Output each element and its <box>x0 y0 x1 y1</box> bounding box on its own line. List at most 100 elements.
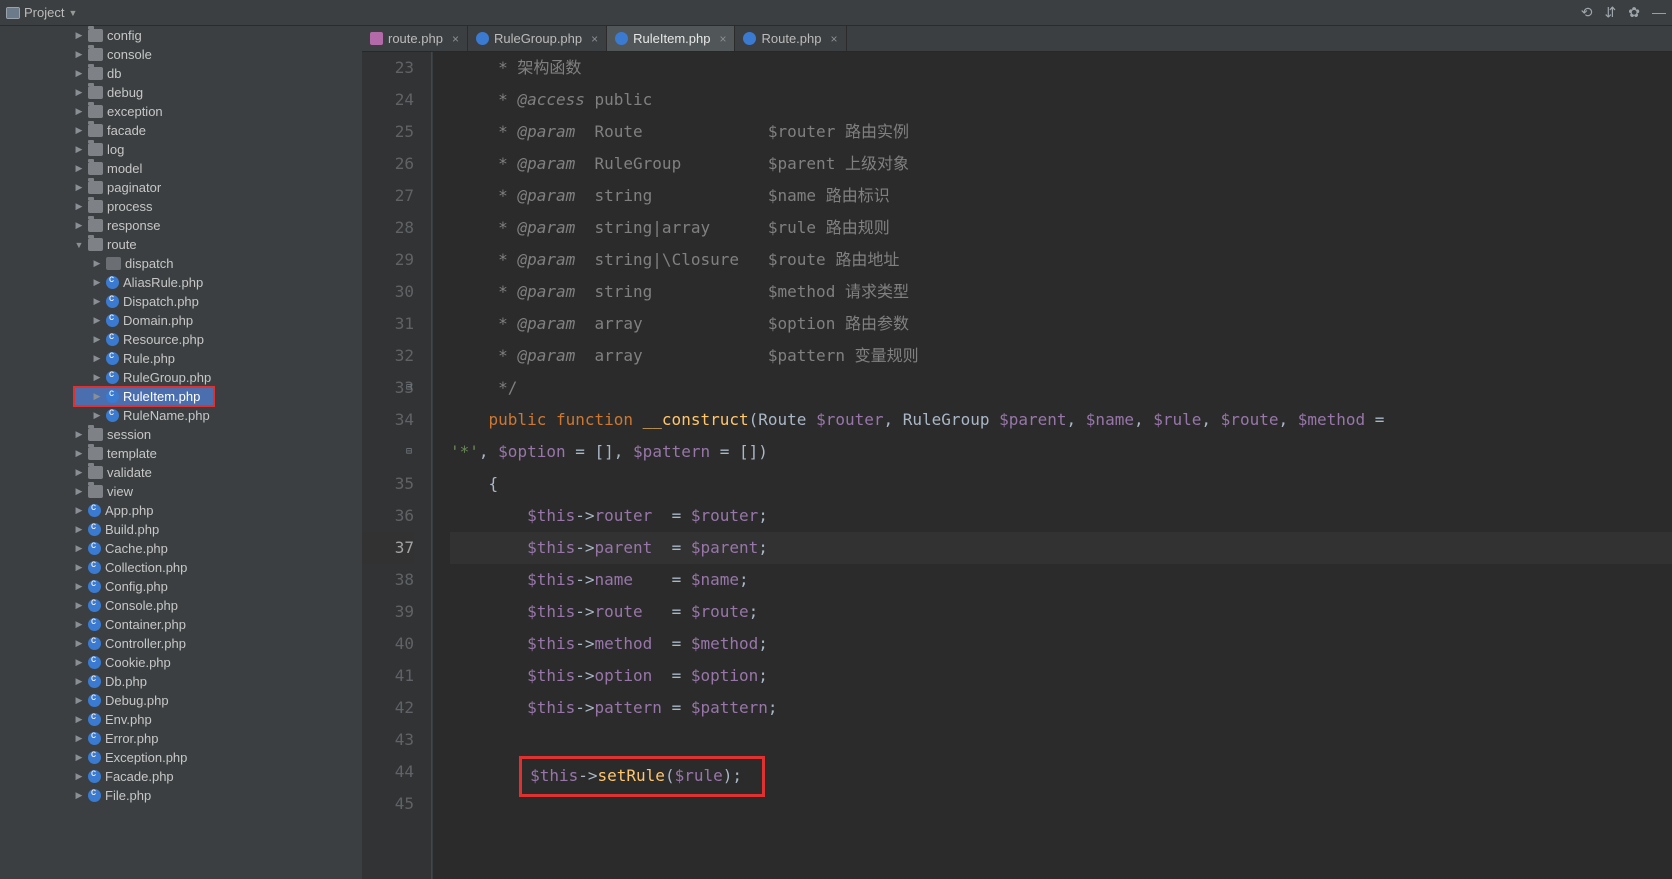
expand-chevron-icon[interactable] <box>74 733 84 744</box>
tree-item-route[interactable]: route <box>0 235 362 254</box>
line-number[interactable]: 34 <box>362 404 414 436</box>
expand-chevron-icon[interactable] <box>74 600 84 611</box>
tree-item-resource-php[interactable]: Resource.php <box>0 330 362 349</box>
tree-item-ruleitem-php[interactable]: RuleItem.php <box>74 387 214 406</box>
expand-chevron-icon[interactable] <box>92 296 102 307</box>
tree-item-model[interactable]: model <box>0 159 362 178</box>
code-line[interactable]: { <box>450 468 1672 500</box>
tree-item-process[interactable]: process <box>0 197 362 216</box>
line-number[interactable]: 36 <box>362 500 414 532</box>
code-line[interactable]: * @param RuleGroup $parent 上级对象 <box>450 148 1672 180</box>
code-line[interactable]: $this->name = $name; <box>450 564 1672 596</box>
expand-chevron-icon[interactable] <box>92 353 102 364</box>
code-line[interactable]: * @param string $method 请求类型 <box>450 276 1672 308</box>
tree-item-db[interactable]: db <box>0 64 362 83</box>
expand-chevron-icon[interactable] <box>74 182 84 193</box>
expand-chevron-icon[interactable] <box>74 163 84 174</box>
tree-item-debug[interactable]: debug <box>0 83 362 102</box>
tree-item-env-php[interactable]: Env.php <box>0 710 362 729</box>
tab-route-php[interactable]: Route.php× <box>735 26 846 51</box>
tree-item-rule-php[interactable]: Rule.php <box>0 349 362 368</box>
project-selector[interactable]: Project ▼ <box>6 5 77 20</box>
line-number[interactable]: 25 <box>362 116 414 148</box>
code-line[interactable]: $this->router = $router; <box>450 500 1672 532</box>
expand-chevron-icon[interactable] <box>74 695 84 706</box>
tree-item-cookie-php[interactable]: Cookie.php <box>0 653 362 672</box>
tree-item-container-php[interactable]: Container.php <box>0 615 362 634</box>
tree-item-error-php[interactable]: Error.php <box>0 729 362 748</box>
tree-item-validate[interactable]: validate <box>0 463 362 482</box>
close-icon[interactable]: × <box>452 32 459 46</box>
expand-chevron-icon[interactable] <box>74 752 84 763</box>
code-line[interactable]: * 架构函数 <box>450 52 1672 84</box>
line-number[interactable]: 41 <box>362 660 414 692</box>
expand-chevron-icon[interactable] <box>74 240 84 250</box>
expand-chevron-icon[interactable] <box>74 68 84 79</box>
tree-item-db-php[interactable]: Db.php <box>0 672 362 691</box>
expand-chevron-icon[interactable] <box>92 258 102 269</box>
line-number[interactable]: 39 <box>362 596 414 628</box>
code-line[interactable]: $this->method = $method; <box>450 628 1672 660</box>
line-number[interactable]: 27 <box>362 180 414 212</box>
line-number[interactable]: 31 <box>362 308 414 340</box>
line-number[interactable]: 23 <box>362 52 414 84</box>
expand-chevron-icon[interactable] <box>74 524 84 535</box>
tree-item-build-php[interactable]: Build.php <box>0 520 362 539</box>
tree-item-file-php[interactable]: File.php <box>0 786 362 805</box>
expand-chevron-icon[interactable] <box>92 372 102 383</box>
expand-chevron-icon[interactable] <box>74 486 84 497</box>
code-area[interactable]: 2324252627282930313233⊟34⊟35363738394041… <box>362 52 1672 879</box>
expand-chevron-icon[interactable] <box>74 562 84 573</box>
line-number[interactable]: 24 <box>362 84 414 116</box>
expand-chevron-icon[interactable] <box>74 790 84 801</box>
code-line[interactable]: $this->pattern = $pattern; <box>450 692 1672 724</box>
line-number[interactable]: 37 <box>362 532 414 564</box>
expand-chevron-icon[interactable] <box>92 277 102 288</box>
code-line[interactable]: * @param string|array $rule 路由规则 <box>450 212 1672 244</box>
code-line[interactable] <box>450 724 1672 756</box>
tree-item-exception[interactable]: exception <box>0 102 362 121</box>
tab-rulegroup-php[interactable]: RuleGroup.php× <box>468 26 607 51</box>
line-number[interactable]: 45 <box>362 788 414 820</box>
expand-chevron-icon[interactable] <box>74 429 84 440</box>
expand-chevron-icon[interactable] <box>74 676 84 687</box>
expand-chevron-icon[interactable] <box>74 619 84 630</box>
tree-item-app-php[interactable]: App.php <box>0 501 362 520</box>
tree-item-paginator[interactable]: paginator <box>0 178 362 197</box>
expand-chevron-icon[interactable] <box>74 771 84 782</box>
tree-item-console[interactable]: console <box>0 45 362 64</box>
project-tree[interactable]: configconsoledbdebugexceptionfacadelogmo… <box>0 26 362 879</box>
line-number[interactable]: 40 <box>362 628 414 660</box>
expand-chevron-icon[interactable] <box>74 49 84 60</box>
tab-ruleitem-php[interactable]: RuleItem.php× <box>607 26 735 51</box>
close-icon[interactable]: × <box>719 32 726 46</box>
tree-item-exception-php[interactable]: Exception.php <box>0 748 362 767</box>
tree-item-dispatch-php[interactable]: Dispatch.php <box>0 292 362 311</box>
tree-item-console-php[interactable]: Console.php <box>0 596 362 615</box>
expand-chevron-icon[interactable] <box>74 657 84 668</box>
code-line[interactable]: $this->option = $option; <box>450 660 1672 692</box>
expand-chevron-icon[interactable] <box>92 334 102 345</box>
collapse-icon[interactable]: — <box>1652 4 1666 21</box>
code-line[interactable]: * @param array $option 路由参数 <box>450 308 1672 340</box>
tree-item-debug-php[interactable]: Debug.php <box>0 691 362 710</box>
tree-item-facade-php[interactable]: Facade.php <box>0 767 362 786</box>
tree-item-log[interactable]: log <box>0 140 362 159</box>
line-number[interactable]: ⊟ <box>362 436 414 468</box>
expand-chevron-icon[interactable] <box>74 467 84 478</box>
gear-icon[interactable]: ✿ <box>1628 4 1640 21</box>
expand-chevron-icon[interactable] <box>74 87 84 98</box>
expand-chevron-icon[interactable] <box>92 391 102 402</box>
tree-item-dispatch[interactable]: dispatch <box>0 254 362 273</box>
expand-chevron-icon[interactable] <box>74 30 84 41</box>
expand-chevron-icon[interactable] <box>74 581 84 592</box>
close-icon[interactable]: × <box>830 32 837 46</box>
expand-chevron-icon[interactable] <box>74 201 84 212</box>
tree-item-config-php[interactable]: Config.php <box>0 577 362 596</box>
tree-item-session[interactable]: session <box>0 425 362 444</box>
line-number[interactable]: 30 <box>362 276 414 308</box>
code-line[interactable]: * @param string|\Closure $route 路由地址 <box>450 244 1672 276</box>
tree-item-facade[interactable]: facade <box>0 121 362 140</box>
tree-item-domain-php[interactable]: Domain.php <box>0 311 362 330</box>
filter-icon[interactable]: ⇵ <box>1605 4 1617 21</box>
